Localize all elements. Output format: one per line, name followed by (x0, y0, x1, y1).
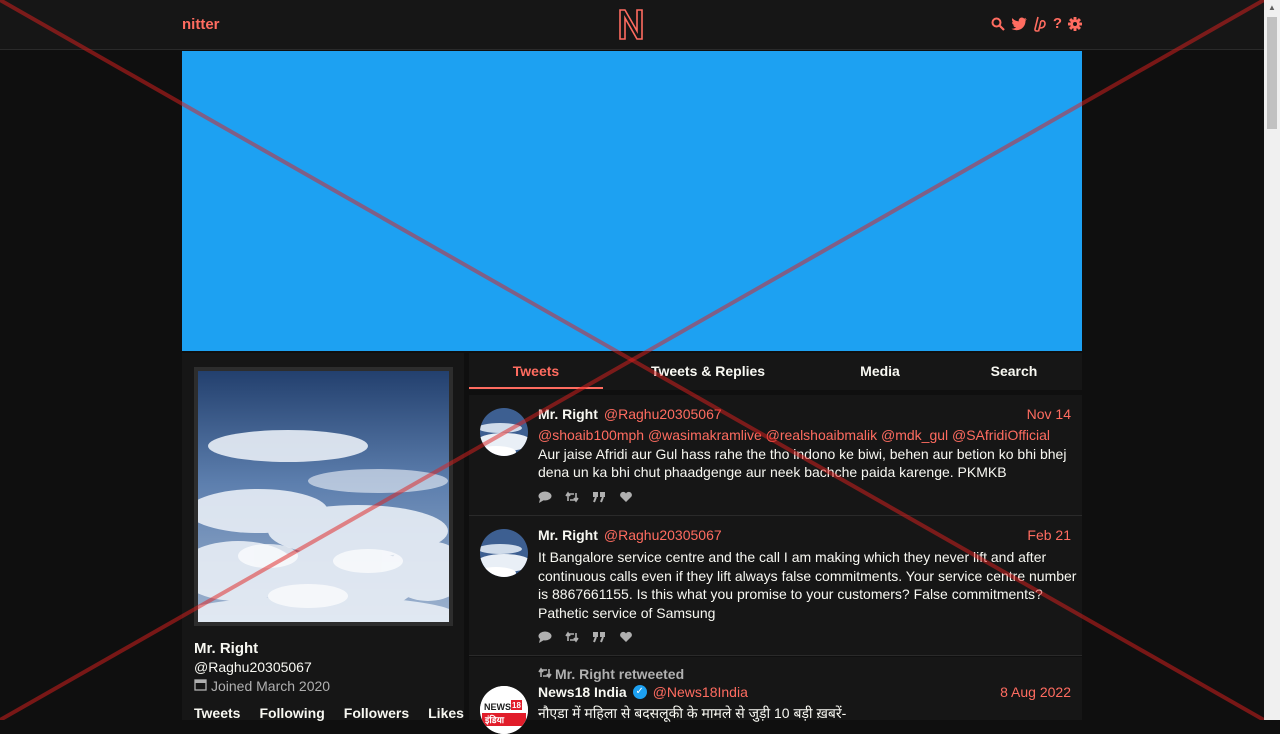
tweet-header: News18 India ✓ @News18India (538, 684, 748, 700)
timeline-tabs: Tweets Tweets & Replies Media Search (469, 353, 1082, 390)
nav-icons: ? (991, 16, 1082, 32)
tweet-header: Mr. Right @Raghu20305067 (538, 527, 722, 543)
profile-stats: Tweets Following Followers Likes (194, 705, 464, 721)
retweet-header: Mr. Right retweeted (538, 666, 684, 682)
tweet-content: @shoaib100mph @wasimakramlive @realshoai… (538, 426, 1078, 482)
nitter-home-link[interactable]: nitter (182, 16, 220, 33)
profile-joined-text: Joined March 2020 (211, 678, 331, 694)
verified-icon: ✓ (632, 685, 647, 699)
comment-icon[interactable] (538, 491, 552, 503)
retweet-icon[interactable] (565, 491, 579, 503)
stat-followers[interactable]: Followers (344, 705, 409, 721)
news18-avatar-badge: 18 (512, 701, 521, 710)
active-tab-underline (469, 387, 603, 389)
profile-card: Mr. Right @Raghu20305067 Joined March 20… (182, 353, 464, 721)
tweet-avatar[interactable] (480, 529, 528, 577)
tweet-item[interactable]: Mr. Right @Raghu20305067 Nov 14 @shoaib1… (469, 395, 1082, 516)
scrollbar-thumb[interactable] (1267, 17, 1277, 129)
profile-banner[interactable] (182, 51, 1082, 351)
comment-icon[interactable] (538, 631, 552, 643)
tweet-mentions[interactable]: @shoaib100mph @wasimakramlive @realshoai… (538, 426, 1078, 445)
profile-joined: Joined March 2020 (194, 678, 330, 694)
tweet-fullname[interactable]: News18 India (538, 684, 627, 700)
tab-search[interactable]: Search (969, 363, 1059, 379)
tweet-avatar[interactable] (480, 408, 528, 456)
heart-icon[interactable] (619, 631, 633, 643)
quote-icon[interactable] (592, 491, 606, 503)
tweet-username[interactable]: @Raghu20305067 (604, 527, 722, 543)
tweet-avatar[interactable]: NEWS 18 इंडिया (480, 686, 528, 734)
twitter-bird-icon[interactable] (1011, 17, 1027, 31)
tweet-stats (538, 631, 633, 643)
tweet-username[interactable]: @News18India (653, 684, 748, 700)
tweet-item[interactable]: Mr. Right retweeted NEWS 18 इंडिया News1… (469, 657, 1082, 734)
tweet-text: It Bangalore service centre and the call… (538, 549, 1077, 621)
tab-media[interactable]: Media (831, 363, 929, 379)
tweet-header: Mr. Right @Raghu20305067 (538, 406, 722, 422)
tweet-date[interactable]: Nov 14 (1027, 406, 1071, 422)
stat-following[interactable]: Following (259, 705, 324, 721)
search-icon[interactable] (991, 17, 1005, 31)
scroll-up-arrow-icon[interactable]: ▲ (1264, 0, 1280, 16)
tweet-date[interactable]: Feb 21 (1027, 527, 1071, 543)
retweet-icon (538, 666, 552, 682)
calendar-icon (194, 678, 207, 694)
scrollbar[interactable]: ▲ (1264, 0, 1280, 720)
tab-tweets-and-replies[interactable]: Tweets & Replies (619, 363, 797, 379)
help-icon[interactable]: ? (1053, 16, 1062, 32)
stat-tweets[interactable]: Tweets (194, 705, 240, 721)
news18-avatar-text: NEWS (484, 702, 511, 712)
quote-icon[interactable] (592, 631, 606, 643)
profile-avatar[interactable] (194, 367, 453, 626)
stat-likes[interactable]: Likes (428, 705, 464, 721)
heart-icon[interactable] (619, 491, 633, 503)
profile-fullname[interactable]: Mr. Right (194, 640, 258, 657)
liberapay-icon[interactable] (1033, 16, 1047, 32)
tab-tweets[interactable]: Tweets (469, 363, 603, 379)
tweet-fullname[interactable]: Mr. Right (538, 527, 598, 543)
tweet-username[interactable]: @Raghu20305067 (604, 406, 722, 422)
profile-username[interactable]: @Raghu20305067 (194, 659, 312, 675)
tweet-text: Aur jaise Afridi aur Gul hass rahe the t… (538, 445, 1067, 481)
nitter-logo[interactable] (617, 7, 645, 44)
retweet-icon[interactable] (565, 631, 579, 643)
navbar: nitter ? (0, 0, 1264, 50)
tweet-date[interactable]: 8 Aug 2022 (1000, 684, 1071, 700)
gear-icon[interactable] (1068, 17, 1082, 31)
tweet-item[interactable]: Mr. Right @Raghu20305067 Feb 21 It Banga… (469, 516, 1082, 656)
retweet-header-text[interactable]: Mr. Right retweeted (555, 666, 684, 682)
tweet-stats (538, 491, 633, 503)
tweet-fullname[interactable]: Mr. Right (538, 406, 598, 422)
